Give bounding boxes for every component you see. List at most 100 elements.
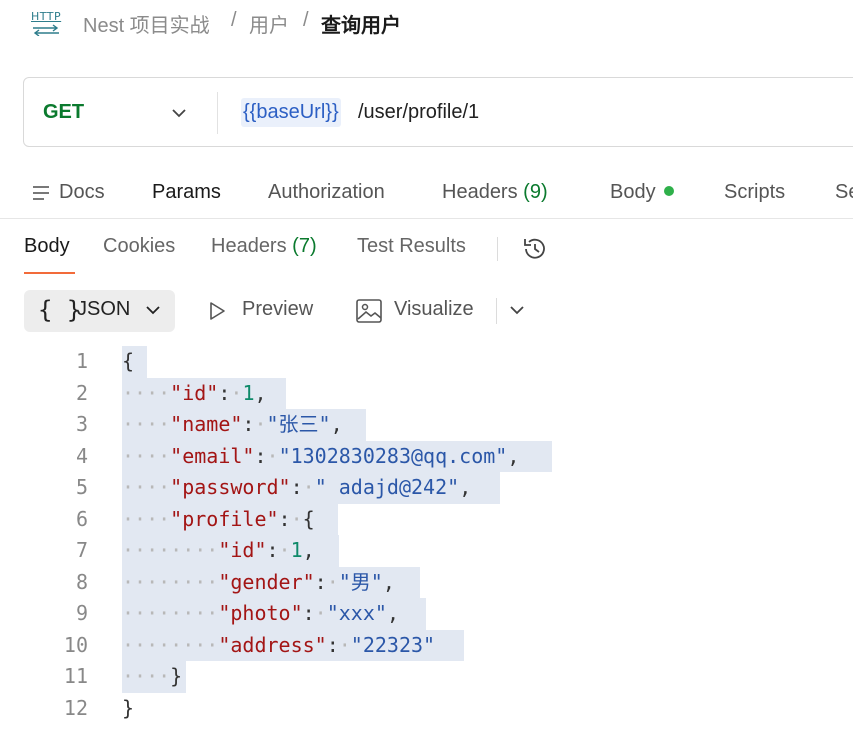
body-status-dot: [663, 186, 674, 196]
line-number: 12: [63, 695, 88, 720]
tab-settings[interactable]: Se: [835, 181, 853, 204]
chevron-down-icon[interactable]: [143, 300, 163, 320]
json-string: "22323": [350, 632, 436, 657]
breadcrumb-collection[interactable]: Nest 项目实战: [83, 9, 210, 38]
tab-headers[interactable]: Headers (9): [442, 181, 548, 204]
code-line: {: [122, 346, 134, 378]
json-punctuation: ,: [386, 601, 399, 625]
code-line: ····}: [122, 661, 182, 693]
line-number: 7: [75, 538, 88, 562]
transfer-arrows-icon: [33, 24, 59, 36]
code-line: ········"gender":·"男",: [122, 567, 395, 599]
response-tab-body[interactable]: Body: [24, 235, 70, 258]
json-punctuation: :: [254, 443, 267, 468]
line-number: 6: [75, 506, 88, 531]
code-line: ····"id":·1,: [122, 378, 267, 410]
json-punctuation: :: [278, 506, 291, 531]
tab-scripts[interactable]: Scripts: [724, 181, 785, 204]
json-key: "photo": [218, 601, 303, 625]
url-input[interactable]: /user/profile/1: [358, 98, 479, 127]
json-braces-icon: { }: [38, 296, 82, 324]
line-number: 5: [75, 475, 88, 499]
whitespace-dots: ····: [122, 380, 171, 405]
whitespace-dots: ····: [122, 443, 171, 468]
active-tab-underline: [24, 272, 75, 274]
page-title[interactable]: 查询用户: [321, 9, 401, 38]
http-request-icon: HTTP: [31, 10, 63, 38]
whitespace-dots: ········: [122, 632, 219, 657]
toolbar-separator: [496, 298, 497, 324]
json-punctuation: {: [302, 506, 315, 531]
whitespace-dots: ·: [326, 569, 339, 594]
json-punctuation: :: [326, 632, 339, 657]
preview-button[interactable]: Preview: [242, 298, 313, 321]
whitespace-dots: ·: [254, 412, 267, 436]
json-key: "profile": [170, 506, 279, 531]
image-icon: [356, 299, 382, 323]
whitespace-dots: ·: [314, 601, 327, 625]
response-tab-cookies[interactable]: Cookies: [103, 235, 175, 258]
tab-body[interactable]: Body: [610, 181, 674, 204]
tab-docs[interactable]: Docs: [59, 181, 105, 204]
json-key: "name": [170, 412, 243, 436]
code-line: ····"profile":·{: [122, 504, 315, 536]
code-line: }: [122, 693, 134, 725]
json-punctuation: :: [302, 601, 315, 625]
json-punctuation: :: [290, 475, 303, 499]
line-number: 3: [75, 412, 88, 436]
tab-authorization[interactable]: Authorization: [268, 181, 385, 204]
whitespace-dots: ····: [122, 412, 171, 436]
whitespace-dots: ····: [122, 664, 171, 688]
response-tab-test-results[interactable]: Test Results: [357, 235, 466, 258]
tab-body-label: Body: [610, 181, 656, 203]
json-punctuation: }: [122, 695, 135, 720]
tab-headers-label: Headers: [442, 181, 518, 203]
json-number: 1: [242, 380, 255, 405]
breadcrumb-folder[interactable]: 用户: [249, 9, 289, 38]
code-line: ····"email":·"1302830283@qq.com",: [122, 441, 519, 473]
json-punctuation: ,: [330, 412, 343, 436]
json-number: 1: [290, 538, 303, 562]
line-number: 1: [75, 349, 88, 373]
tab-headers-count: (9): [523, 181, 548, 203]
json-punctuation: ,: [302, 538, 315, 562]
response-tabs-separator: [497, 237, 498, 261]
whitespace-dots: ········: [122, 538, 219, 562]
method-select[interactable]: GET: [43, 101, 84, 124]
url-variable-chip[interactable]: {{baseUrl}}: [241, 98, 341, 127]
json-key: "id": [218, 538, 267, 562]
json-string: "男": [338, 569, 383, 594]
docs-icon: [33, 186, 49, 200]
chevron-down-icon[interactable]: [168, 102, 190, 124]
whitespace-dots: ·: [302, 475, 315, 499]
whitespace-dots: ·: [338, 632, 351, 657]
history-icon[interactable]: [520, 234, 550, 264]
json-key: "gender": [218, 569, 315, 594]
code-line: ········"photo":·"xxx",: [122, 598, 399, 630]
url-divider: [217, 92, 218, 134]
code-line: ····"name":·"张三",: [122, 409, 343, 441]
json-punctuation: :: [242, 412, 255, 436]
whitespace-dots: ····: [122, 475, 171, 499]
line-number: 2: [75, 380, 88, 405]
json-punctuation: ,: [459, 475, 472, 499]
response-tab-headers[interactable]: Headers (7): [211, 235, 317, 258]
line-number: 11: [63, 664, 88, 688]
tab-params[interactable]: Params: [152, 181, 221, 204]
whitespace-dots: ·: [278, 538, 291, 562]
json-string: "张三": [266, 412, 331, 436]
line-number: 4: [75, 443, 88, 468]
visualize-button[interactable]: Visualize: [394, 298, 474, 321]
format-label: JSON: [77, 298, 131, 320]
whitespace-dots: ········: [122, 569, 219, 594]
code-line: ········"address":·"22323": [122, 630, 435, 662]
chevron-down-icon[interactable]: [507, 300, 527, 320]
breadcrumb-separator: /: [303, 9, 309, 31]
json-punctuation: {: [122, 349, 135, 373]
whitespace-dots: ·: [290, 506, 303, 531]
line-number: 8: [75, 569, 88, 594]
json-punctuation: ,: [382, 569, 395, 594]
code-line: ········"id":·1,: [122, 535, 315, 567]
json-punctuation: ,: [507, 443, 520, 468]
json-string: " adajd@242": [314, 475, 460, 499]
